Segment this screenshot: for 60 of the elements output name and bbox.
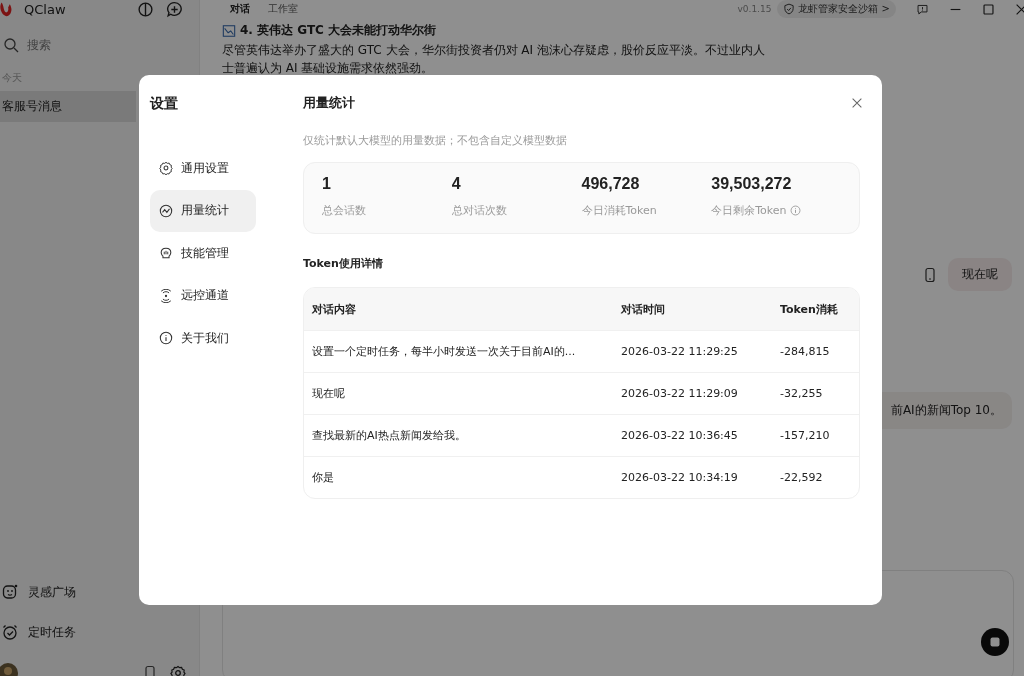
phone-icon bbox=[922, 266, 938, 283]
close-icon[interactable] bbox=[850, 96, 864, 110]
section-title: Token使用详情 bbox=[303, 256, 384, 271]
stat-value: 496,728 bbox=[581, 175, 641, 193]
table-cell-text: 2026-03-22 11:29:09 bbox=[620, 387, 739, 400]
chart-icon bbox=[222, 23, 236, 38]
settings-nav-item[interactable]: 技能管理 bbox=[150, 232, 256, 274]
news-paragraph: 尽管英伟达举办了盛大的 GTC 大会，华尔街投资者仍对 AI 泡沫心存疑虑，股价反应平淡。不过业内人士普遍认为 AI 基础设施需求依然强劲。 bbox=[222, 42, 766, 77]
close-icon[interactable] bbox=[1015, 2, 1024, 16]
smiley-icon bbox=[2, 584, 18, 600]
gear-icon bbox=[159, 161, 173, 175]
stop-button[interactable] bbox=[981, 628, 1009, 656]
table-cell-text: 2026-03-22 10:34:19 bbox=[620, 471, 739, 484]
column-header: 对话时间 bbox=[620, 301, 666, 317]
signal-icon bbox=[159, 288, 173, 303]
column-header: 对话内容 bbox=[311, 301, 357, 317]
top-tab[interactable]: 对话 bbox=[230, 2, 250, 16]
table-cell-text: 你是 bbox=[311, 470, 335, 485]
sidebar-toggle-icon[interactable] bbox=[137, 0, 154, 18]
new-chat-icon[interactable] bbox=[166, 0, 183, 18]
info-icon bbox=[159, 331, 173, 345]
usage-note: 仅统计默认大模型的用量数据；不包含自定义模型数据 bbox=[303, 133, 568, 148]
news-headline: 4. 英伟达 GTC 大会未能打动华尔街 bbox=[240, 22, 437, 39]
settings-nav-item[interactable]: 远控通道 bbox=[150, 274, 256, 317]
version-label: v0.1.15 bbox=[737, 4, 772, 14]
stat-value: 1 bbox=[322, 175, 332, 193]
top-tab[interactable]: 工作室 bbox=[268, 2, 298, 16]
table-cell-text: 查找最新的AI热点新闻发给我。 bbox=[311, 428, 467, 443]
alarm-clock-icon bbox=[2, 624, 18, 640]
search-field[interactable]: 搜索 bbox=[25, 37, 149, 53]
maximize-icon[interactable] bbox=[982, 2, 995, 16]
stat-label: 今日消耗Token bbox=[581, 203, 657, 218]
sidebar-link[interactable]: 定时任务 bbox=[0, 622, 199, 642]
stat-value: 4 bbox=[451, 175, 462, 193]
table-cell-text: 2026-03-22 10:36:45 bbox=[620, 429, 739, 442]
stat-label: 总会话数 bbox=[322, 203, 366, 218]
sidebar-link[interactable]: 灵感广场 bbox=[0, 582, 199, 602]
feedback-icon[interactable] bbox=[916, 2, 929, 16]
trend-icon bbox=[159, 203, 173, 218]
user-message: 现在呢 bbox=[948, 258, 1012, 291]
table-cell-text: -157,210 bbox=[779, 429, 831, 442]
table-cell-text: 设置一个定时任务，每半小时发送一次关于目前AI的... bbox=[311, 344, 577, 359]
app-name: QClaw bbox=[24, 1, 66, 17]
shield-icon bbox=[783, 3, 796, 15]
stat-label: 今日剩余Token bbox=[711, 203, 787, 218]
page-title: 用量统计 bbox=[303, 94, 355, 112]
conversation-item[interactable]: 客服号消息 bbox=[0, 91, 136, 122]
stat-label: 总对话次数 bbox=[451, 203, 507, 218]
dialog-title: 设置 bbox=[150, 95, 179, 113]
settings-nav-item[interactable]: 通用设置 bbox=[150, 147, 256, 189]
sandbox-button[interactable]: 龙虾管家安全沙箱 > bbox=[777, 0, 896, 18]
settings-nav-item[interactable]: 用量统计 bbox=[150, 189, 256, 232]
table-cell-text: 现在呢 bbox=[311, 386, 346, 401]
table-cell-text: -22,592 bbox=[779, 471, 824, 484]
column-header: Token消耗 bbox=[779, 301, 839, 317]
table-cell-text: 2026-03-22 11:29:25 bbox=[620, 345, 739, 358]
search-icon bbox=[3, 37, 19, 53]
settings-nav-item[interactable]: 关于我们 bbox=[150, 317, 256, 359]
stat-value: 39,503,272 bbox=[711, 175, 793, 193]
table-cell-text: -284,815 bbox=[779, 345, 831, 358]
